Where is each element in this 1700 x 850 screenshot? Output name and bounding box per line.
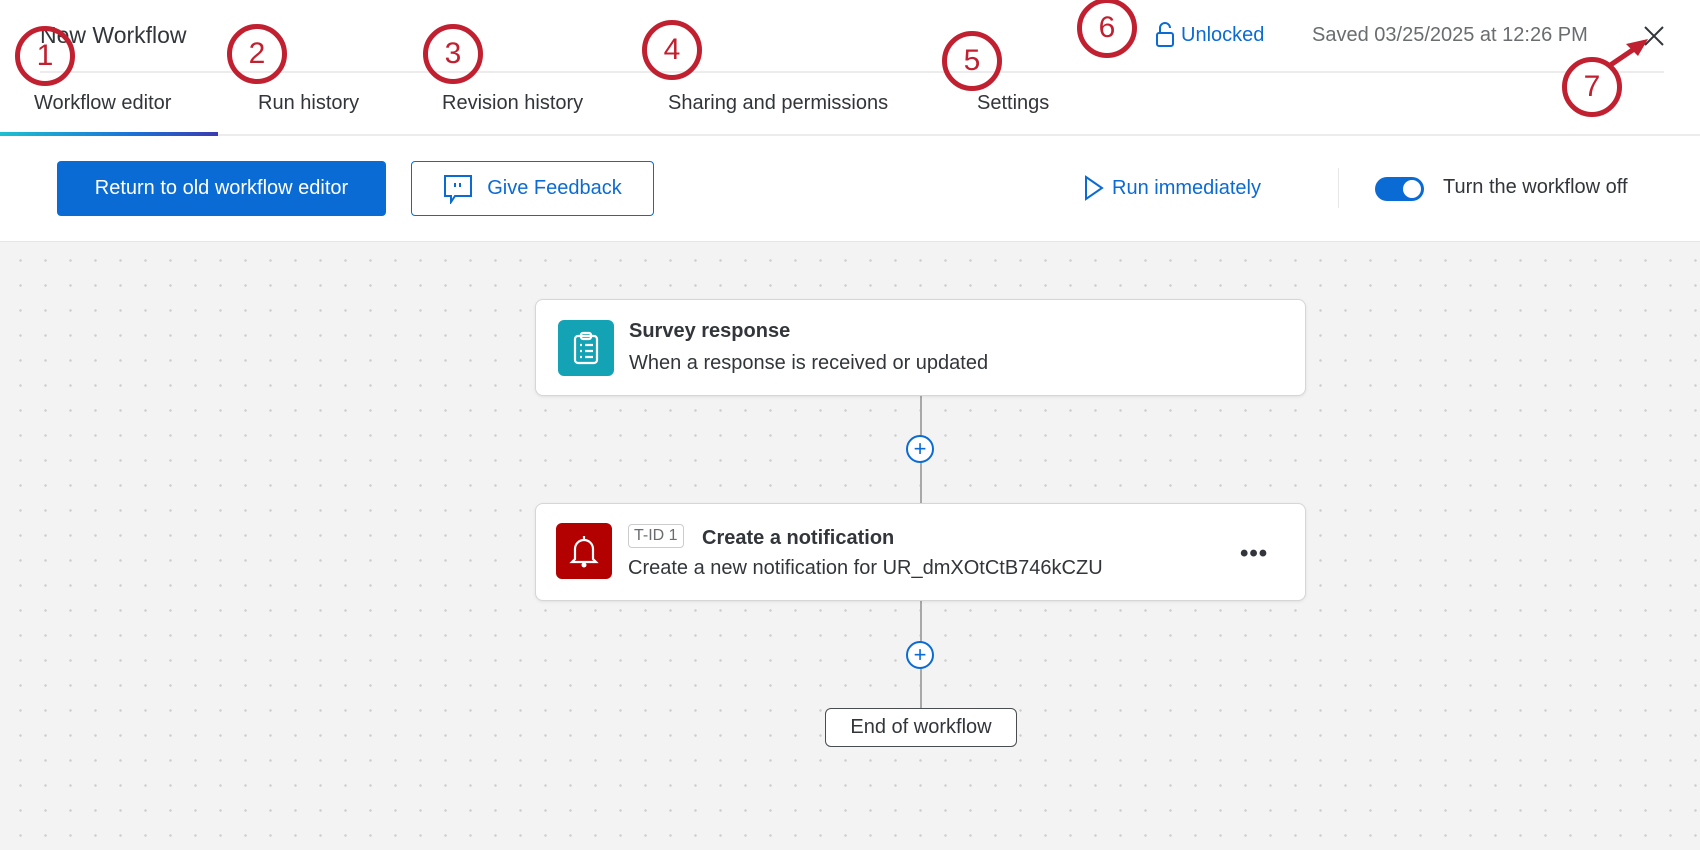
lock-toggle[interactable]: Unlocked [1155, 22, 1264, 48]
task-title: Create a notification [702, 527, 895, 549]
feedback-icon [444, 174, 473, 204]
close-button[interactable] [1640, 22, 1668, 50]
task-card[interactable]: T-ID 1 Create a notification Create a ne… [535, 503, 1306, 601]
annotation-marker: 6 [1077, 0, 1137, 58]
saved-status: Saved 03/25/2025 at 12:26 PM [1312, 24, 1588, 46]
plus-icon: + [913, 642, 927, 667]
plus-icon: + [913, 436, 927, 461]
more-options-icon[interactable]: ••• [1240, 540, 1268, 568]
add-step-button[interactable]: + [906, 641, 934, 669]
active-tab-indicator [0, 132, 218, 136]
give-feedback-button[interactable]: Give Feedback [411, 161, 654, 216]
toolbar-divider [1338, 168, 1339, 208]
give-feedback-label: Give Feedback [487, 177, 622, 199]
annotation-marker: 2 [227, 24, 287, 84]
close-icon [1644, 26, 1664, 46]
workflow-toggle-label: Turn the workflow off [1443, 176, 1628, 198]
annotation-marker: 3 [423, 24, 483, 84]
return-old-editor-button[interactable]: Return to old workflow editor [57, 161, 386, 216]
trigger-card[interactable]: Survey response When a response is recei… [535, 299, 1306, 396]
tab-sharing-permissions[interactable]: Sharing and permissions [668, 92, 888, 115]
play-icon [1085, 175, 1104, 201]
header-divider [40, 71, 1664, 73]
tab-settings[interactable]: Settings [977, 92, 1049, 115]
unlock-icon [1156, 22, 1174, 47]
trigger-subtitle: When a response is received or updated [629, 352, 989, 374]
bell-icon [556, 523, 612, 579]
annotation-marker: 5 [942, 31, 1002, 91]
run-immediately-label: Run immediately [1112, 176, 1261, 199]
tab-divider [0, 134, 1700, 136]
end-of-workflow: End of workflow [825, 708, 1017, 747]
annotation-marker: 4 [642, 20, 702, 80]
clipboard-icon [558, 320, 614, 376]
annotation-marker: 1 [15, 26, 75, 86]
workflow-toggle[interactable] [1375, 177, 1424, 201]
run-immediately-button[interactable]: Run immediately [1084, 175, 1261, 201]
tab-revision-history[interactable]: Revision history [442, 92, 583, 115]
task-subtitle: Create a new notification for UR_dmXOtCt… [628, 557, 1103, 579]
annotation-marker: 7 [1562, 57, 1622, 117]
task-id-badge: T-ID 1 [628, 524, 684, 548]
tab-workflow-editor[interactable]: Workflow editor [34, 92, 171, 115]
trigger-title: Survey response [629, 320, 791, 342]
tab-run-history[interactable]: Run history [258, 92, 359, 115]
add-step-button[interactable]: + [906, 435, 934, 463]
lock-status-label: Unlocked [1181, 23, 1265, 46]
